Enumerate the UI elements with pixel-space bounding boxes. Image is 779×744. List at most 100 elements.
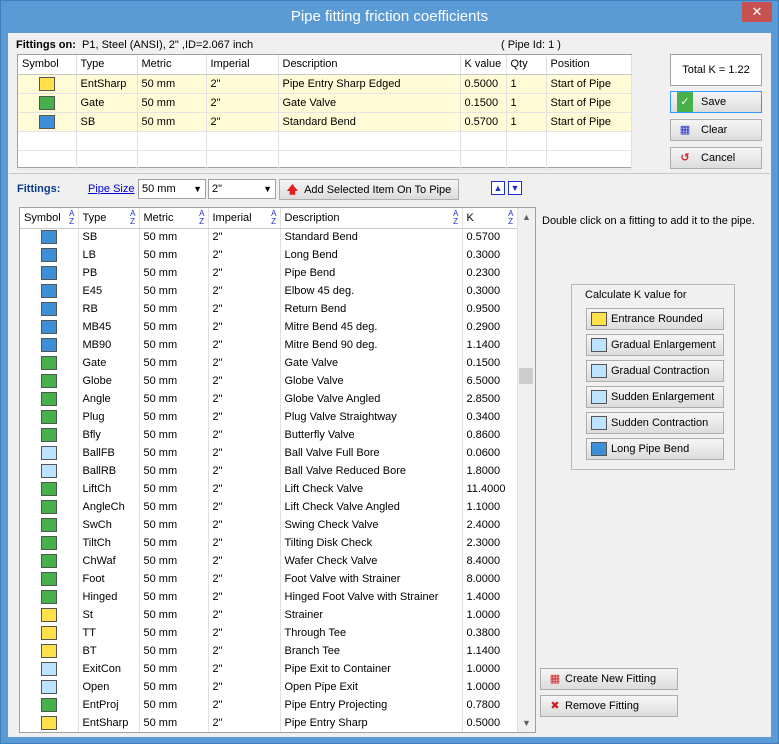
list-item[interactable]: Hinged 50 mm 2" Hinged Foot Valve with Stra… [20,588,518,606]
imperial-size-select[interactable]: 2" ▼ [208,179,276,199]
cell-qty[interactable]: 1 [506,74,547,94]
create-new-fitting-label: Create New Fitting [565,673,657,685]
list-item[interactable]: BallRB 50 mm 2" Ball Valve Reduced Bore 1.80… [20,462,518,480]
list-item[interactable]: SwCh 50 mm 2" Swing Check Valve 2.4000 [20,516,518,534]
col-type[interactable]: Type [76,55,138,75]
list-item[interactable]: ChWaf 50 mm 2" Wafer Check Valve 8.4000 [20,552,518,570]
grid-icon: ▦ [679,124,691,136]
table-row[interactable]: Gate 50 mm 2" Gate Valve 0.1500 1 Start … [18,93,632,113]
list-item[interactable]: RB 50 mm 2" Return Bend 0.9500 [20,300,518,318]
col-symbol[interactable]: Symbol [18,55,77,75]
entrance-rounded-button[interactable]: Entrance Rounded [586,308,724,330]
col-position[interactable]: Position [546,55,632,75]
cell-description: Gate Valve [280,354,463,372]
list-col-imperial[interactable]: Imperial A Z [208,208,281,229]
remove-fitting-button[interactable]: ✖ Remove Fitting [540,695,678,717]
cell-description: Pipe Entry Sharp Edged [278,74,461,94]
list-item[interactable]: BallFB 50 mm 2" Ball Valve Full Bore 0.0600 [20,444,518,462]
sudden-enlargement-icon [591,390,607,405]
clear-label: Clear [701,124,728,136]
table-row[interactable]: SB 50 mm 2" Standard Bend 0.5700 1 Start… [18,112,632,132]
list-item[interactable]: SB 50 mm 2" Standard Bend 0.5700 [20,228,518,246]
cell-type: Gate [78,354,140,372]
pipe-size-link[interactable]: Pipe Size [88,183,134,195]
list-item[interactable]: Globe 50 mm 2" Globe Valve 6.5000 [20,372,518,390]
gradual-contraction-icon [591,364,607,379]
list-item[interactable]: EntProj 50 mm 2" Pipe Entry Projecting 0.780… [20,696,518,714]
list-item[interactable]: Foot 50 mm 2" Foot Valve with Strainer 8.000… [20,570,518,588]
cancel-button[interactable]: ↺ Cancel [670,147,762,169]
cell-metric: 50 mm [137,112,207,132]
cell-imperial: 2" [208,372,281,390]
metric-size-select[interactable]: 50 mm ▼ [138,179,206,199]
list-col-description[interactable]: Description A Z [280,208,463,229]
pipe-id: ( Pipe Id: 1 ) [501,39,561,51]
cell-position[interactable]: Start of Pipe [546,112,632,132]
cell-k: 0.1500 [460,93,507,113]
cell-imperial: 2" [208,606,281,624]
list-item[interactable]: LiftCh 50 mm 2" Lift Check Valve 11.4000 [20,480,518,498]
sort-az-icon: AZ [508,209,514,226]
list-col-symbol[interactable]: Symbol A Z [20,208,79,229]
create-new-fitting-button[interactable]: ▦ Create New Fitting [540,668,678,690]
list-scrollbar[interactable]: ▲ ▼ [517,208,535,732]
list-col-type[interactable]: Type A Z [78,208,140,229]
cell-symbol [20,552,79,570]
list-item[interactable]: St 50 mm 2" Strainer 1.0000 [20,606,518,624]
list-item[interactable]: Open 50 mm 2" Open Pipe Exit 1.0000 [20,678,518,696]
list-item[interactable]: Plug 50 mm 2" Plug Valve Straightway 0.3400 [20,408,518,426]
list-item[interactable]: TT 50 mm 2" Through Tee 0.3800 [20,624,518,642]
sudden-enlargement-button[interactable]: Sudden Enlargement [586,386,724,408]
list-col-k[interactable]: K AZ [462,208,518,229]
list-item[interactable]: Gate 50 mm 2" Gate Valve 0.1500 [20,354,518,372]
move-up-button[interactable]: ▲ [491,181,505,195]
cell-k: 0.8600 [462,426,518,444]
add-selected-button[interactable]: 🡅 Add Selected Item On To Pipe [279,179,459,200]
chevron-down-icon[interactable]: ▼ [522,718,531,728]
list-col-metric-label: Metric [143,211,174,224]
clear-button[interactable]: ▦ Clear [670,119,762,141]
list-item[interactable]: ExitCon 50 mm 2" Pipe Exit to Container 1.00… [20,660,518,678]
sudden-contraction-button[interactable]: Sudden Contraction [586,412,724,434]
scroll-thumb[interactable] [519,368,533,384]
long-pipe-bend-button[interactable]: Long Pipe Bend [586,438,724,460]
cell-description: Pipe Exit to Container [280,660,463,678]
gradual-contraction-button[interactable]: Gradual Contraction [586,360,724,382]
cell-description: Ball Valve Full Bore [280,444,463,462]
col-qty[interactable]: Qty [506,55,547,75]
list-col-metric[interactable]: Metric A Z [139,208,209,229]
list-item[interactable]: PB 50 mm 2" Pipe Bend 0.2300 [20,264,518,282]
list-item[interactable]: E45 50 mm 2" Elbow 45 deg. 0.3000 [20,282,518,300]
list-item[interactable]: AngleCh 50 mm 2" Lift Check Valve Angled 1.1… [20,498,518,516]
list-item[interactable]: MB90 50 mm 2" Mitre Bend 90 deg. 1.1400 [20,336,518,354]
save-button[interactable]: ✓ Save [670,91,762,113]
list-col-type-label: Type [82,211,107,224]
cell-type: TiltCh [78,534,140,552]
list-item[interactable]: MB45 50 mm 2" Mitre Bend 45 deg. 0.2900 [20,318,518,336]
cell-type: TT [78,624,140,642]
close-button[interactable]: ✕ [742,2,772,22]
move-down-button[interactable]: ▼ [508,181,522,195]
gradual-enlargement-button[interactable]: Gradual Enlargement [586,334,724,356]
col-imperial[interactable]: Imperial [206,55,279,75]
cell-position[interactable]: Start of Pipe [546,74,632,94]
cell-qty[interactable]: 1 [506,112,547,132]
cell-symbol [20,588,79,606]
list-item[interactable]: Angle 50 mm 2" Globe Valve Angled 2.8500 [20,390,518,408]
list-item[interactable]: BT 50 mm 2" Branch Tee 1.1400 [20,642,518,660]
list-item[interactable]: EntSharp 50 mm 2" Pipe Entry Sharp 0.5000 [20,714,518,732]
cell-type: Hinged [78,588,140,606]
list-item[interactable]: TiltCh 50 mm 2" Tilting Disk Check 2.3000 [20,534,518,552]
col-k-value[interactable]: K value [460,55,507,75]
cell-symbol [20,570,79,588]
col-metric[interactable]: Metric [137,55,207,75]
table-row[interactable]: EntSharp 50 mm 2" Pipe Entry Sharp Edged… [18,74,632,94]
col-description[interactable]: Description [278,55,461,75]
save-label: Save [701,96,727,108]
cell-position[interactable]: Start of Pipe [546,93,632,113]
fitting-icon [40,266,57,280]
list-item[interactable]: LB 50 mm 2" Long Bend 0.3000 [20,246,518,264]
cell-qty[interactable]: 1 [506,93,547,113]
chevron-up-icon[interactable]: ▲ [522,212,531,222]
list-item[interactable]: Bfly 50 mm 2" Butterfly Valve 0.8600 [20,426,518,444]
